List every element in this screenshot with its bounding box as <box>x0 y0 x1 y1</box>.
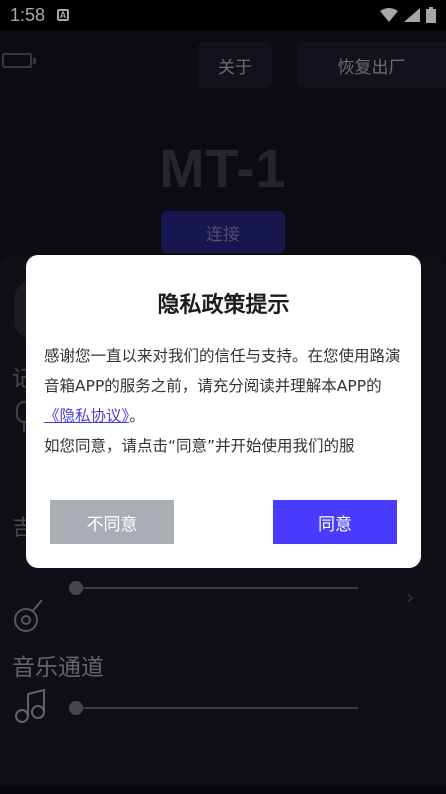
disagree-button[interactable]: 不同意 <box>50 500 174 544</box>
privacy-policy-dialog: 隐私政策提示 感谢您一直以来对我们的信任与支持。在您使用路演音箱APP的服务之前… <box>26 255 421 568</box>
dialog-title: 隐私政策提示 <box>157 293 290 318</box>
dialog-body-text: 感谢您一直以来对我们的信任与支持。在您使用路演音箱APP的服务之前，请充分阅读并… <box>44 347 401 395</box>
privacy-agreement-link[interactable]: 《隐私协议》 <box>44 407 129 425</box>
dialog-body: 感谢您一直以来对我们的信任与支持。在您使用路演音箱APP的服务之前，请充分阅读并… <box>44 341 404 461</box>
dialog-body-punct: 。 <box>129 407 145 425</box>
agree-button[interactable]: 同意 <box>273 500 397 544</box>
dialog-body-text-2: 如您同意，请点击“同意”并开始使用我们的服 <box>44 437 355 455</box>
